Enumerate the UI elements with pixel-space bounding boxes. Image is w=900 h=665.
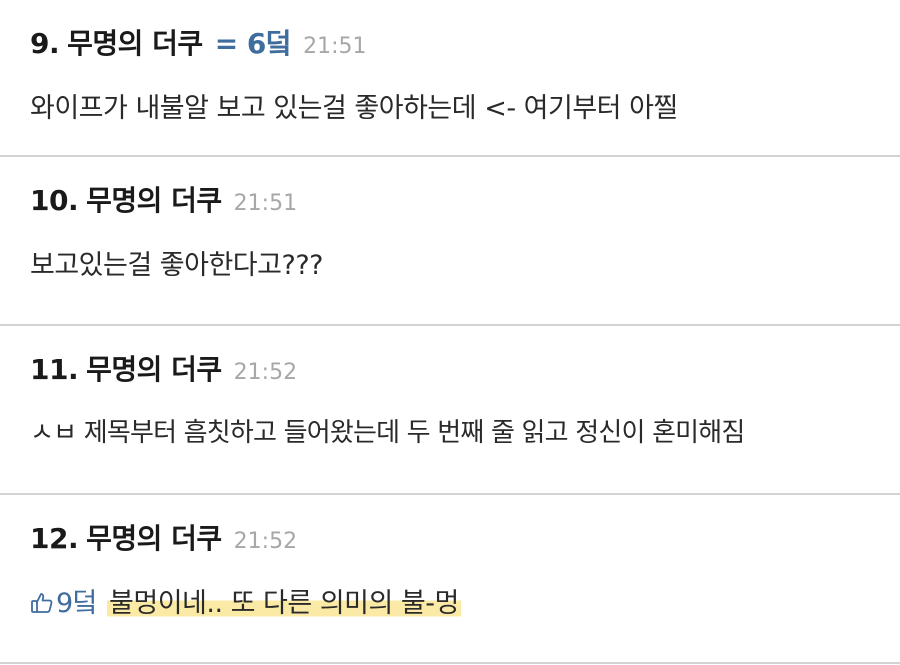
comment-time: 21:51 <box>233 191 298 216</box>
comment-number: 10. <box>30 184 79 217</box>
comment-item: 10. 무명의 더쿠 21:51 보고있는걸 좋아한다고??? <box>0 157 900 326</box>
comment-text: ㅅㅂ 제목부터 흠칫하고 들어왔는데 두 번째 줄 읽고 정신이 혼미해짐 <box>30 418 745 448</box>
comment-header: 12. 무명의 더쿠 21:52 <box>30 517 870 557</box>
thumbs-up-icon <box>30 591 54 615</box>
reply-reference-link[interactable]: 9덬 <box>30 581 98 620</box>
reply-reference-label: 9덬 <box>56 588 98 619</box>
comment-time: 21:51 <box>303 34 367 59</box>
comment-author: 무명의 더쿠 <box>86 184 222 217</box>
comment-item: 12. 무명의 더쿠 21:52 9덬 불멍이네.. 또 다른 의미의 불-멍 <box>0 495 900 664</box>
comment-number: 12. <box>30 522 79 555</box>
comment-number: 9. <box>30 27 60 60</box>
reply-target-link[interactable]: = 6덬 <box>215 22 292 62</box>
comment-author: 무명의 더쿠 <box>86 522 222 555</box>
divider <box>0 662 900 664</box>
comment-time: 21:52 <box>233 360 298 385</box>
comment-item: 11. 무명의 더쿠 21:52 ㅅㅂ 제목부터 흠칫하고 들어왔는데 두 번째… <box>0 326 900 495</box>
comment-time: 21:52 <box>233 529 298 554</box>
comment-text: 보고있는걸 좋아한다고??? <box>30 250 323 281</box>
comment-thread: 9. 무명의 더쿠 = 6덬 21:51 와이프가 내불알 보고 있는걸 좋아하… <box>0 0 900 664</box>
comment-author: 무명의 더쿠 <box>67 27 203 60</box>
comment-item: 9. 무명의 더쿠 = 6덬 21:51 와이프가 내불알 보고 있는걸 좋아하… <box>0 0 900 157</box>
comment-author: 무명의 더쿠 <box>86 353 222 386</box>
comment-header: 9. 무명의 더쿠 = 6덬 21:51 <box>30 22 870 62</box>
comment-text-row: 9덬 불멍이네.. 또 다른 의미의 불-멍 <box>30 581 870 620</box>
comment-text: 와이프가 내불알 보고 있는걸 좋아하는데 <- 여기부터 아찔 <box>30 93 678 124</box>
comment-header: 11. 무명의 더쿠 21:52 <box>30 348 870 388</box>
comment-header: 10. 무명의 더쿠 21:51 <box>30 179 870 219</box>
comment-number: 11. <box>30 353 79 386</box>
highlighted-comment-text: 불멍이네.. 또 다른 의미의 불-멍 <box>107 588 461 619</box>
